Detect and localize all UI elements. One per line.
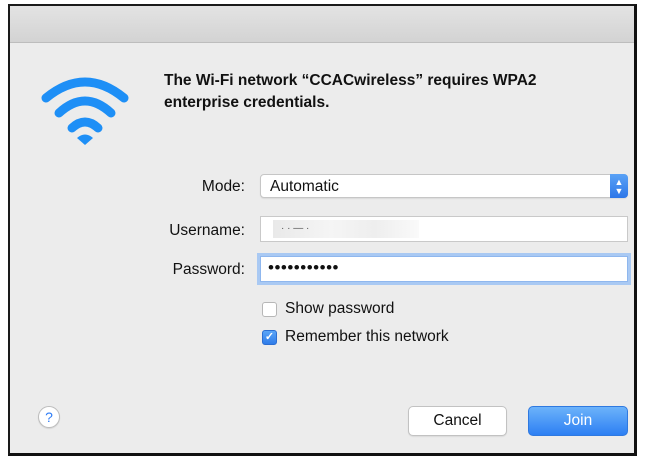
wifi-icon — [41, 77, 129, 145]
help-button[interactable]: ? — [38, 406, 60, 428]
password-label: Password: — [172, 261, 245, 278]
password-field[interactable]: ••••••••••• — [260, 256, 628, 282]
password-value: ••••••••••• — [268, 258, 339, 277]
wifi-credentials-dialog: The Wi-Fi network “CCACwireless” require… — [8, 4, 637, 456]
username-value: · · — · — [273, 220, 419, 238]
join-button[interactable]: Join — [528, 406, 628, 436]
show-password-label: Show password — [285, 300, 395, 317]
mode-select[interactable]: Automatic ▲ ▼ — [260, 174, 628, 198]
username-field[interactable]: · · — · — [260, 216, 628, 242]
mode-label: Mode: — [201, 178, 245, 195]
chevron-updown-icon: ▲ ▼ — [610, 174, 628, 198]
window-titlebar[interactable] — [10, 6, 634, 43]
mode-select-value: Automatic — [270, 178, 339, 195]
dialog-message: The Wi-Fi network “CCACwireless” require… — [164, 72, 537, 111]
remember-network-label: Remember this network — [285, 328, 449, 345]
show-password-checkbox[interactable] — [262, 302, 277, 317]
cancel-button[interactable]: Cancel — [408, 406, 507, 436]
username-label: Username: — [169, 222, 245, 239]
remember-network-checkbox[interactable]: ✓ — [262, 330, 277, 345]
